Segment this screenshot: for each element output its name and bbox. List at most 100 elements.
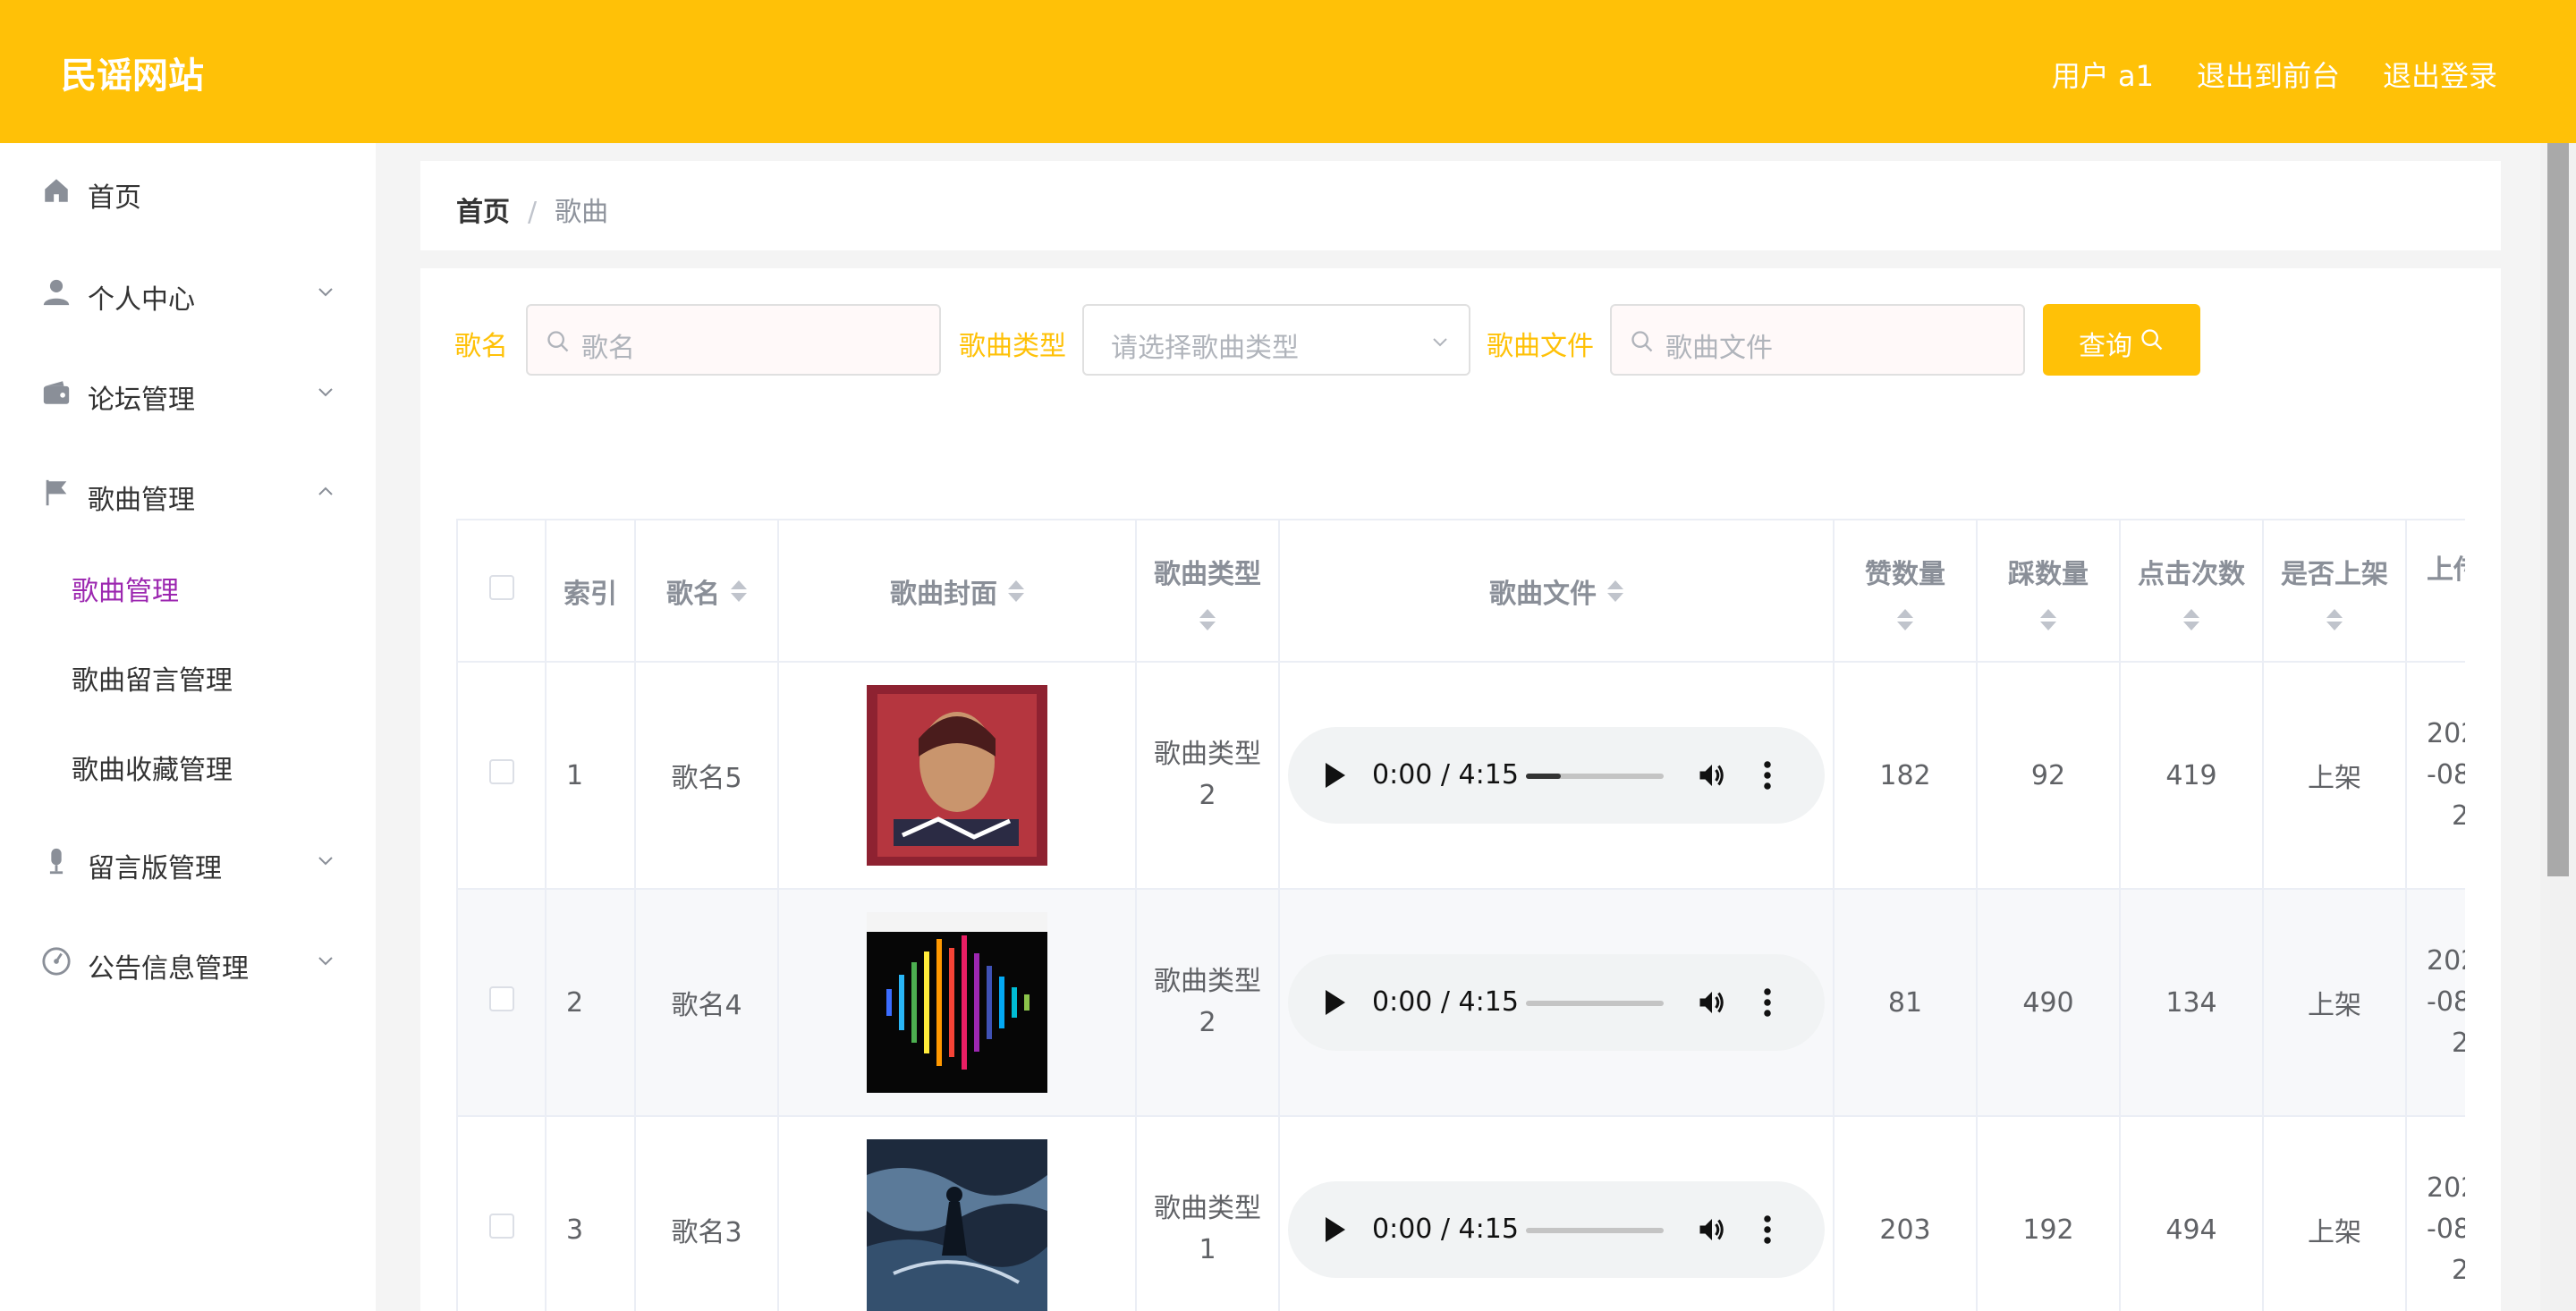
sort-icon[interactable] (1199, 608, 1216, 630)
sidebar-subitem-label: 歌曲管理 (72, 576, 179, 607)
audio-time: 0:00 / 4:15 (1372, 1214, 1519, 1245)
audio-player: 0:00 / 4:15 (1288, 954, 1825, 1051)
file-cell: 0:00 / 4:15 (1279, 889, 1835, 1117)
audio-time: 0:00 / 4:15 (1372, 986, 1519, 1018)
audio-progress-fill (1526, 774, 1561, 779)
column-header-dislikes[interactable]: 踩数量 (1977, 520, 2121, 663)
select-all-checkbox[interactable] (488, 574, 514, 600)
header-links: 用户 a1 退出到前台 退出登录 (2052, 54, 2497, 95)
sort-icon[interactable] (1607, 579, 1623, 602)
song-name-label: 歌名 (454, 331, 508, 362)
chevron-down-icon (1433, 338, 1447, 347)
flag-icon (46, 479, 67, 506)
sidebar-item-personal[interactable]: 个人中心 (0, 259, 376, 331)
song-file-label: 歌曲文件 (1487, 331, 1594, 362)
row-checkbox[interactable] (488, 986, 514, 1011)
sidebar-item-songs[interactable]: 歌曲管理 (0, 460, 376, 531)
sidebar-item-guestbook[interactable]: 留言版管理 (0, 828, 376, 900)
sidebar-item-label: 留言版管理 (88, 853, 222, 884)
page-scrollbar[interactable] (2540, 143, 2576, 1311)
song-name-input[interactable]: 歌名 (526, 304, 941, 376)
content-card: 歌名 歌名 歌曲类型 请选择歌曲类型 歌曲文件 歌曲文件 查询 索引 歌名 歌曲… (420, 268, 2501, 1311)
sort-icon[interactable] (2183, 608, 2199, 630)
column-header-upload[interactable]: 上传 (2406, 520, 2465, 663)
file-cell: 0:00 / 4:15 (1279, 662, 1835, 890)
play-icon[interactable] (1326, 990, 1345, 1015)
more-options-icon[interactable] (1762, 759, 1773, 791)
sort-icon[interactable] (1897, 608, 1913, 630)
cover-cell (778, 1116, 1137, 1311)
sidebar-subitem-song-favorites[interactable]: 歌曲收藏管理 (0, 730, 376, 801)
breadcrumb-separator: / (528, 197, 538, 228)
index-cell: 2 (546, 889, 636, 1117)
cover-image (867, 912, 1047, 1093)
dislikes-cell: 192 (1977, 1116, 2121, 1311)
audio-progress-bar[interactable] (1526, 774, 1664, 779)
user-label[interactable]: 用户 a1 (2052, 54, 2154, 95)
song-type-select[interactable]: 请选择歌曲类型 (1082, 304, 1470, 376)
exit-to-front-link[interactable]: 退出到前台 (2197, 54, 2340, 95)
column-header-index: 索引 (546, 520, 636, 663)
column-header-type[interactable]: 歌曲类型 (1136, 520, 1280, 663)
song-name-placeholder: 歌名 (581, 333, 635, 364)
sidebar: 首页 个人中心 论坛管理 歌曲管理 歌曲管理 歌曲留言管理 歌曲收藏管理 留言版… (0, 143, 376, 1311)
breadcrumb-current: 歌曲 (555, 197, 609, 228)
sort-icon[interactable] (2326, 608, 2343, 630)
sort-icon[interactable] (731, 579, 747, 602)
sidebar-subitem-song-management[interactable]: 歌曲管理 (0, 551, 376, 622)
volume-icon[interactable] (1696, 1214, 1728, 1246)
more-options-icon[interactable] (1762, 986, 1773, 1019)
audio-progress-bar[interactable] (1526, 1228, 1664, 1233)
row-select-cell (458, 662, 547, 890)
sidebar-item-forum[interactable]: 论坛管理 (0, 359, 376, 431)
sidebar-item-label: 公告信息管理 (88, 953, 249, 985)
chevron-down-icon (318, 288, 333, 297)
upload-date-cell: 202-082 (2406, 1116, 2465, 1311)
status-cell: 上架 (2263, 1116, 2407, 1311)
song-type-placeholder: 请选择歌曲类型 (1111, 333, 1299, 364)
volume-icon[interactable] (1696, 986, 1728, 1019)
song-file-input[interactable]: 歌曲文件 (1610, 304, 2025, 376)
more-options-icon[interactable] (1762, 1214, 1773, 1246)
scrollbar-thumb[interactable] (2547, 143, 2569, 876)
column-header-status[interactable]: 是否上架 (2263, 520, 2407, 663)
songs-table: 索引 歌名 歌曲封面 歌曲类型 歌曲文件 赞数量 踩数量 点击次数 是否上架 上… (456, 519, 2465, 1311)
row-checkbox[interactable] (488, 759, 514, 784)
home-icon (45, 179, 68, 202)
likes-cell: 182 (1834, 662, 1978, 890)
chevron-down-icon (318, 957, 333, 966)
sidebar-item-home[interactable]: 首页 (0, 157, 376, 229)
query-button[interactable]: 查询 (2043, 304, 2200, 376)
select-all-cell (458, 520, 547, 663)
sort-icon[interactable] (1008, 579, 1024, 602)
column-header-likes[interactable]: 赞数量 (1834, 520, 1978, 663)
name-cell: 歌名5 (635, 662, 779, 890)
dislikes-cell: 490 (1977, 889, 2121, 1117)
sidebar-subitem-song-comments[interactable]: 歌曲留言管理 (0, 640, 376, 712)
row-checkbox[interactable] (488, 1214, 514, 1239)
cover-cell (778, 889, 1137, 1117)
column-header-file[interactable]: 歌曲文件 (1279, 520, 1835, 663)
column-header-clicks[interactable]: 点击次数 (2120, 520, 2264, 663)
cover-image (867, 1139, 1047, 1311)
logout-link[interactable]: 退出登录 (2383, 54, 2497, 95)
column-header-cover[interactable]: 歌曲封面 (778, 520, 1137, 663)
sidebar-item-announcements[interactable]: 公告信息管理 (0, 928, 376, 1000)
column-header-name[interactable]: 歌名 (635, 520, 779, 663)
type-cell: 歌曲类型 1 (1136, 1116, 1280, 1311)
row-select-cell (458, 889, 547, 1117)
dislikes-cell: 92 (1977, 662, 2121, 890)
cover-image (867, 685, 1047, 866)
play-icon[interactable] (1326, 1217, 1345, 1242)
volume-icon[interactable] (1696, 759, 1728, 791)
play-icon[interactable] (1326, 763, 1345, 788)
wallet-icon (43, 381, 70, 404)
audio-progress-bar[interactable] (1526, 1001, 1664, 1006)
chevron-down-icon (318, 857, 333, 866)
sort-icon[interactable] (2040, 608, 2056, 630)
breadcrumb: 首页 / 歌曲 (420, 161, 2501, 250)
audio-time: 0:00 / 4:15 (1372, 759, 1519, 791)
breadcrumb-home[interactable]: 首页 (456, 197, 510, 228)
sidebar-subitem-label: 歌曲收藏管理 (72, 755, 233, 786)
sidebar-item-label: 个人中心 (88, 284, 195, 316)
